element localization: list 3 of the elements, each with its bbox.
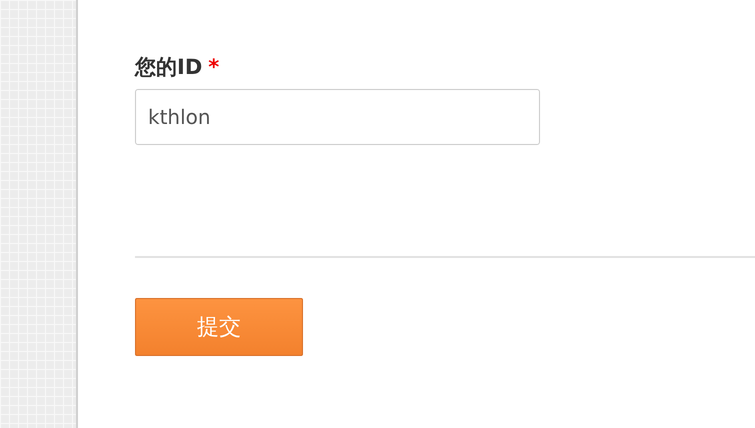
id-input-field[interactable]: kthlon	[135, 89, 540, 145]
required-mark: *	[208, 55, 220, 79]
field-label: 您的ID	[135, 54, 202, 81]
